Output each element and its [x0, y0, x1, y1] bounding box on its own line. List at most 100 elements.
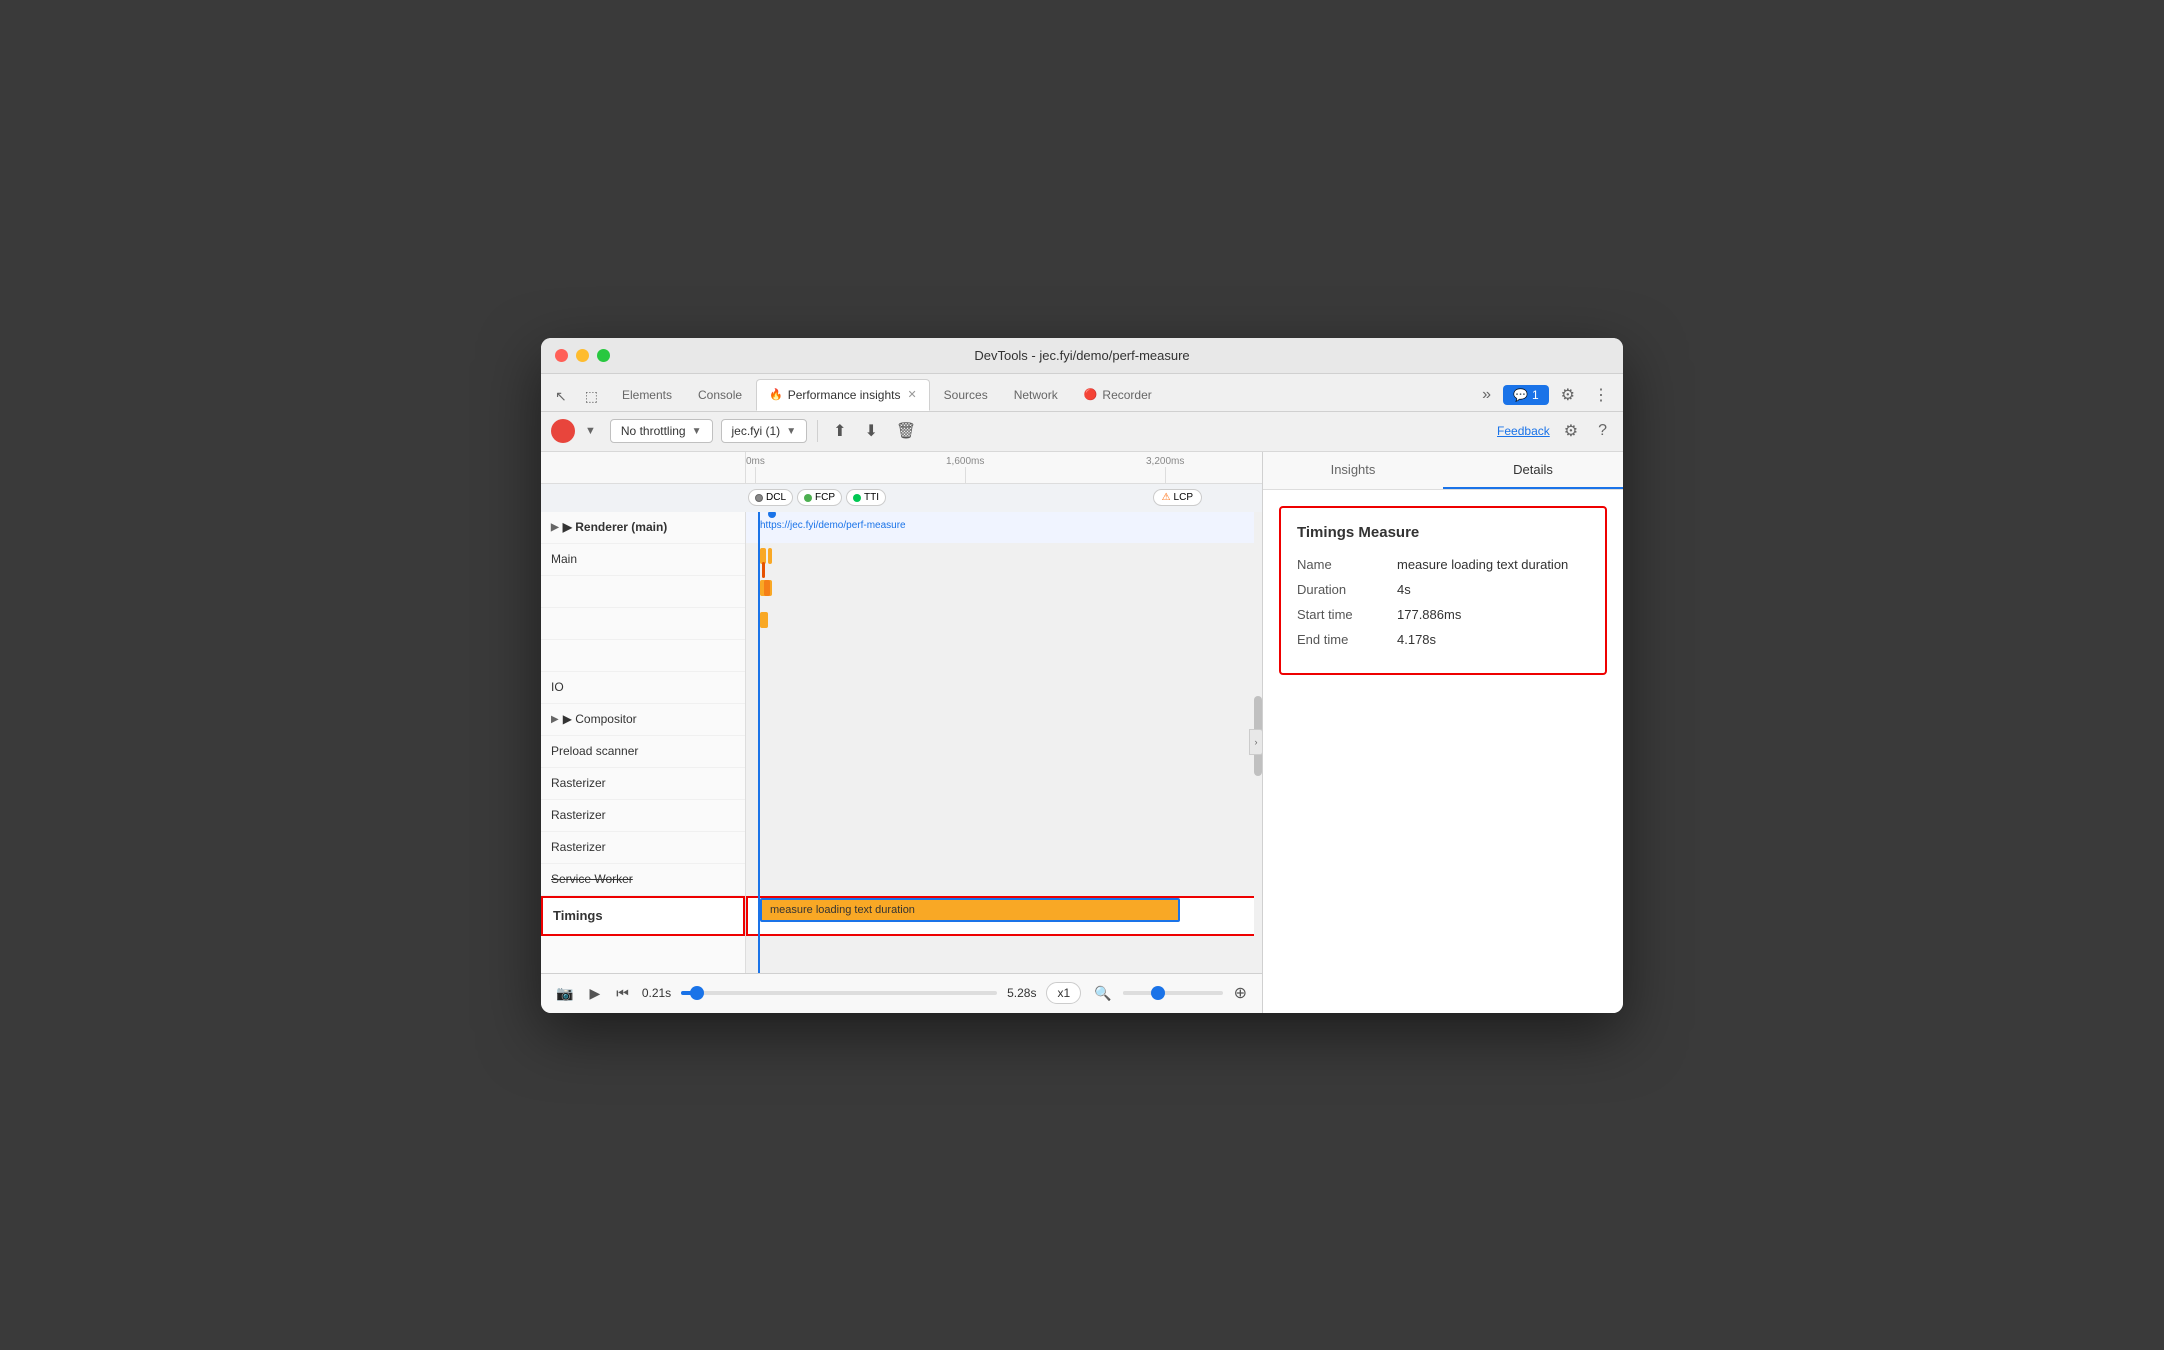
- tab-console[interactable]: Console: [686, 379, 754, 411]
- track-timings: measure loading text duration: [746, 896, 1262, 936]
- tti-dot: [853, 494, 861, 502]
- chat-button[interactable]: 💬 1: [1503, 385, 1549, 405]
- delete-icon[interactable]: 🗑: [891, 418, 921, 444]
- expand-renderer-icon[interactable]: ▶: [551, 522, 559, 533]
- marker-group-left: DCL FCP TTI: [748, 489, 886, 506]
- tab-bar: ↖ ⬚ Elements Console 🔥 Performance insig…: [541, 374, 1623, 412]
- ruler-tick-3200ms: 3,200ms: [1146, 452, 1184, 483]
- settings-icon[interactable]: ⚙: [1555, 383, 1581, 407]
- detail-row-duration: Duration 4s: [1297, 582, 1589, 597]
- detail-row-name: Name measure loading text duration: [1297, 557, 1589, 572]
- end-time-value: 5.28s: [1007, 986, 1036, 1000]
- inspector-icon[interactable]: ⬚: [579, 386, 604, 407]
- track-main-2: [746, 576, 1262, 608]
- flame-bar-6[interactable]: [760, 612, 768, 628]
- lcp-marker[interactable]: ⚠ LCP: [1153, 489, 1202, 506]
- expand-compositor-icon[interactable]: ▶: [551, 714, 559, 725]
- right-panel: Insights Details Timings Measure Name me…: [1263, 452, 1623, 1013]
- site-dropdown[interactable]: jec.fyi (1) ▼: [721, 419, 808, 443]
- playback-slider[interactable]: [681, 991, 997, 995]
- detail-card: Timings Measure Name measure loading tex…: [1279, 506, 1607, 675]
- fcp-marker[interactable]: FCP: [797, 489, 842, 506]
- cursor-icon[interactable]: ↖: [549, 386, 573, 407]
- row-label-blank3: [541, 640, 745, 672]
- slider-track[interactable]: [681, 991, 997, 995]
- help-icon[interactable]: ?: [1592, 420, 1613, 442]
- flame-bar-5[interactable]: [764, 580, 770, 596]
- track-service-worker: [746, 864, 1262, 896]
- flame-panel: 0ms 1,600ms 3,200ms 4,800ms: [541, 452, 1263, 1013]
- maximize-button[interactable]: [597, 349, 610, 362]
- tti-marker[interactable]: TTI: [846, 489, 886, 506]
- zoom-out-icon[interactable]: 🔍: [1091, 982, 1114, 1005]
- record-dropdown-arrow[interactable]: ▼: [579, 423, 602, 439]
- tab-sources[interactable]: Sources: [932, 379, 1000, 411]
- throttling-dropdown[interactable]: No throttling ▼: [610, 419, 713, 443]
- right-tabs: Insights Details: [1263, 452, 1623, 490]
- settings-panel-icon[interactable]: ⚙: [1558, 419, 1584, 443]
- lcp-warning-icon: ⚠: [1162, 492, 1171, 503]
- row-label-compositor: ▶ ▶ Compositor: [541, 704, 745, 736]
- markers-area: DCL FCP TTI ⚠ LCP: [746, 484, 1262, 512]
- tab-close-icon[interactable]: ✕: [907, 388, 916, 401]
- track-raster2: [746, 800, 1262, 832]
- row-labels: ▶ ▶ Renderer (main) Main IO: [541, 512, 746, 973]
- detail-row-endtime: End time 4.178s: [1297, 632, 1589, 647]
- markers-row: DCL FCP TTI ⚠ LCP: [541, 484, 1262, 512]
- track-renderer: https://jec.fyi/demo/perf-measure: [746, 512, 1262, 544]
- more-tabs-button[interactable]: »: [1476, 384, 1497, 406]
- skip-start-icon[interactable]: ⏮: [613, 982, 632, 1005]
- flame-rows: ▶ ▶ Renderer (main) Main IO: [541, 512, 1262, 973]
- row-label-blank2: [541, 608, 745, 640]
- site-arrow-icon: ▼: [786, 426, 796, 437]
- timeline-ruler: 0ms 1,600ms 3,200ms 4,800ms: [746, 452, 1262, 483]
- zoom-slider[interactable]: [1123, 991, 1223, 995]
- tab-insights[interactable]: Insights: [1263, 452, 1443, 489]
- flame-bar-2[interactable]: [768, 548, 772, 564]
- start-time-value: 0.21s: [642, 986, 671, 1000]
- upload-icon[interactable]: ⬆: [828, 418, 851, 444]
- tab-details[interactable]: Details: [1443, 452, 1623, 489]
- tab-performance-insights[interactable]: 🔥 Performance insights ✕: [756, 379, 930, 411]
- slider-thumb: [690, 986, 704, 1000]
- zoom-in-icon[interactable]: ⊕: [1231, 980, 1250, 1006]
- tab-right-controls: » 💬 1 ⚙ ⋮: [1476, 383, 1615, 411]
- titlebar: DevTools - jec.fyi/demo/perf-measure: [541, 338, 1623, 374]
- collapse-arrow[interactable]: ›: [1249, 729, 1262, 755]
- play-button[interactable]: ▶: [586, 982, 603, 1005]
- flame-tracks: https://jec.fyi/demo/perf-measure: [746, 512, 1262, 973]
- labels-spacer: [541, 452, 746, 483]
- screenshot-icon[interactable]: 📷: [553, 982, 576, 1005]
- chat-icon: 💬: [1513, 388, 1528, 402]
- minimize-button[interactable]: [576, 349, 589, 362]
- window-title: DevTools - jec.fyi/demo/perf-measure: [974, 348, 1189, 363]
- tab-elements[interactable]: Elements: [610, 379, 684, 411]
- track-main-4: [746, 640, 1262, 672]
- tab-network[interactable]: Network: [1002, 379, 1070, 411]
- toolbar: ▼ No throttling ▼ jec.fyi (1) ▼ ⬆ ⬇ 🗑 Fe…: [541, 412, 1623, 452]
- feedback-link[interactable]: Feedback: [1497, 424, 1550, 438]
- row-label-raster2: Rasterizer: [541, 800, 745, 832]
- track-main-1: [746, 544, 1262, 576]
- cursor-line: [758, 512, 760, 973]
- tab-recorder[interactable]: 🔴 Recorder: [1072, 379, 1164, 411]
- row-label-timings: Timings: [541, 896, 745, 936]
- ruler-tick-0ms: 0ms: [746, 452, 765, 483]
- zoom-thumb: [1151, 986, 1165, 1000]
- dcl-marker[interactable]: DCL: [748, 489, 793, 506]
- track-io: [746, 672, 1262, 704]
- rows-wrapper: ▶ ▶ Renderer (main) Main IO: [541, 512, 1262, 973]
- detail-title: Timings Measure: [1297, 524, 1589, 541]
- devtools-window: DevTools - jec.fyi/demo/perf-measure ↖ ⬚…: [541, 338, 1623, 1013]
- record-button[interactable]: [551, 419, 575, 443]
- more-options-icon[interactable]: ⋮: [1587, 383, 1615, 407]
- row-label-preload: Preload scanner: [541, 736, 745, 768]
- close-button[interactable]: [555, 349, 568, 362]
- ruler-tick-1600ms: 1,600ms: [946, 452, 984, 483]
- speed-badge[interactable]: x1: [1046, 982, 1081, 1004]
- timings-bar[interactable]: measure loading text duration: [760, 898, 1180, 922]
- row-label-raster1: Rasterizer: [541, 768, 745, 800]
- flame-icon: 🔥: [769, 388, 783, 401]
- content-area: 0ms 1,600ms 3,200ms 4,800ms: [541, 452, 1623, 1013]
- download-icon[interactable]: ⬇: [860, 418, 883, 444]
